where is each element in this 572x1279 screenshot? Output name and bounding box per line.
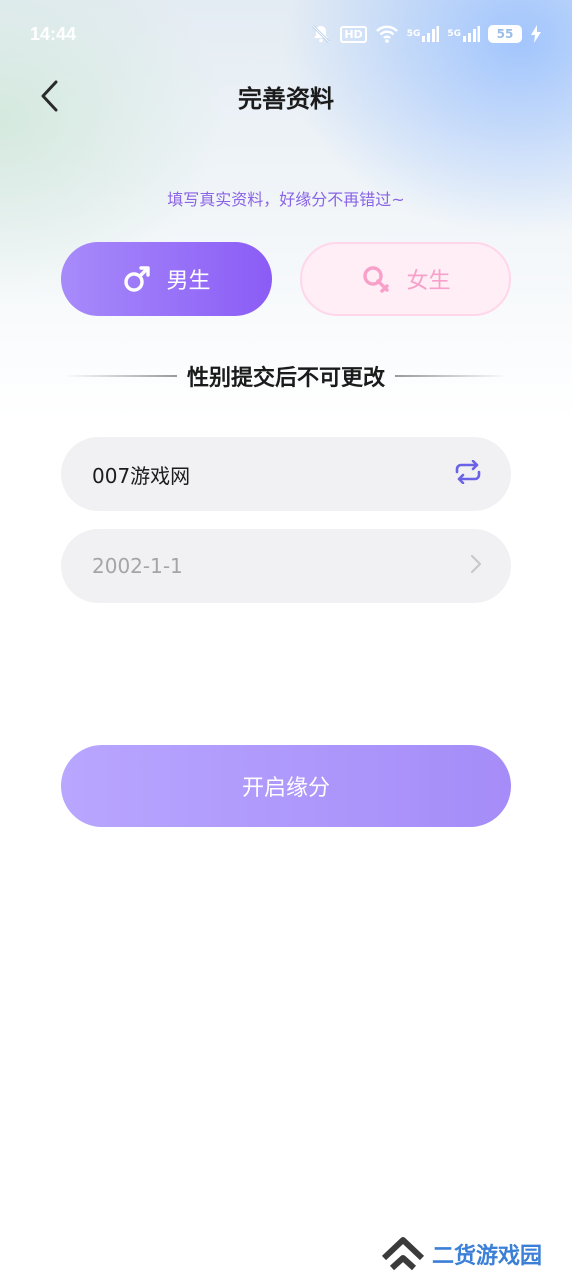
status-icons: HD 5G 5G 55 [310, 23, 542, 45]
birthday-field[interactable]: 2002-1-1 [61, 529, 511, 603]
charging-icon [530, 24, 542, 44]
gender-notice-text: 性别提交后不可更改 [187, 366, 386, 391]
nickname-field[interactable]: 007游戏网 [61, 437, 511, 511]
gender-female-button[interactable]: 女生 [300, 242, 511, 316]
battery-icon: 55 [488, 25, 522, 43]
double-chevron-up-icon [381, 1237, 425, 1271]
male-symbol-icon [124, 266, 151, 292]
refresh-icon[interactable] [453, 459, 483, 488]
subtitle: 填写真实资料，好缘分不再错过~ [167, 190, 405, 209]
bell-off-icon [310, 23, 332, 45]
watermark: 二货游戏园 [380, 1234, 542, 1274]
signal-5g-icon: 5G [407, 25, 440, 43]
chevron-right-icon [469, 553, 483, 579]
gender-male-label: 男生 [166, 269, 211, 294]
divider-line-right [395, 375, 509, 377]
hd-label: HD [340, 25, 367, 43]
page-title: 完善资料 [238, 84, 334, 113]
wifi-icon [375, 24, 399, 44]
status-time: 14:44 [30, 23, 77, 44]
female-symbol-icon [363, 266, 390, 293]
network-label-2: 5G [447, 29, 461, 39]
gender-notice: 性别提交后不可更改 [64, 360, 509, 392]
network-label-1: 5G [406, 29, 421, 39]
birthday-value: 2002-1-1 [92, 554, 183, 578]
nickname-value[interactable]: 007游戏网 [92, 460, 453, 489]
watermark-text: 二货游戏园 [432, 1244, 543, 1269]
header: 完善资料 [0, 68, 572, 124]
signal-5g-icon: 5G [447, 25, 480, 43]
chevron-left-icon [41, 80, 58, 112]
hd-icon: HD [340, 25, 367, 43]
back-button[interactable] [30, 76, 70, 116]
gender-male-button[interactable]: 男生 [61, 242, 272, 316]
status-bar: 14:44 HD 5G 5G 55 [0, 0, 572, 68]
divider-line-left [64, 375, 177, 377]
gender-female-label: 女生 [406, 269, 451, 294]
submit-button[interactable]: 开启缘分 [61, 745, 511, 827]
